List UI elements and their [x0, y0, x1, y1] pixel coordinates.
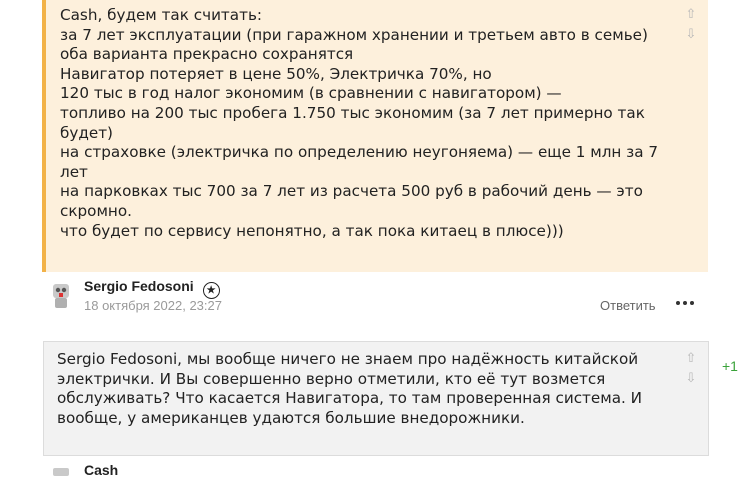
- avatar[interactable]: [50, 466, 72, 476]
- more-dots-icon[interactable]: [676, 297, 694, 307]
- author-name[interactable]: Cash: [84, 462, 118, 478]
- comment-line: топливо на 200 тыс пробега 1.750 тыс эко…: [60, 103, 645, 142]
- comment-line: что будет по сервису непонятно, а так по…: [60, 221, 564, 240]
- comment-line: 120 тыс в год налог экономим (в сравнени…: [60, 84, 562, 103]
- comment-timestamp: 18 октября 2022, 23:27: [84, 298, 222, 313]
- vote-up-button[interactable]: ⇧: [684, 8, 698, 22]
- avatar[interactable]: [50, 280, 72, 310]
- comment-line: Cash, будем так считать:: [60, 6, 263, 24]
- comment-reply: Sergio Fedosoni, мы вообще ничего не зна…: [43, 341, 709, 456]
- vote-down-button[interactable]: ⇩: [684, 372, 698, 386]
- vote-controls: ⇧ ⇩: [684, 352, 698, 392]
- author-name-text[interactable]: Sergio Fedosoni: [84, 278, 194, 294]
- reply-button[interactable]: Ответить: [600, 298, 656, 313]
- comment-line: на парковках тыс 700 за 7 лет из расчета…: [60, 182, 643, 220]
- next-comment-author-row: Cash: [48, 460, 248, 480]
- author-name[interactable]: Sergio Fedosoni ★: [84, 278, 220, 299]
- vote-down-button[interactable]: ⇩: [684, 28, 698, 42]
- comment-line: Навигатор потеряет в цене 50%, Электричк…: [60, 64, 492, 83]
- comment-line: на страховке (электричка по определению …: [60, 143, 659, 181]
- comment-highlighted: Cash, будем так считать: за 7 лет эксплу…: [42, 0, 708, 272]
- comment-line: за 7 лет эксплуатации (при гаражном хран…: [60, 25, 648, 64]
- vote-up-button[interactable]: ⇧: [684, 352, 698, 366]
- comment-author-row: Sergio Fedosoni ★ 18 октября 2022, 23:27…: [48, 278, 708, 318]
- comment-rating: +1: [722, 358, 738, 374]
- star-badge-icon: ★: [202, 282, 220, 299]
- comment-text: Sergio Fedosoni, мы вообще ничего не зна…: [57, 350, 643, 427]
- vote-controls: ⇧ ⇩: [684, 8, 698, 48]
